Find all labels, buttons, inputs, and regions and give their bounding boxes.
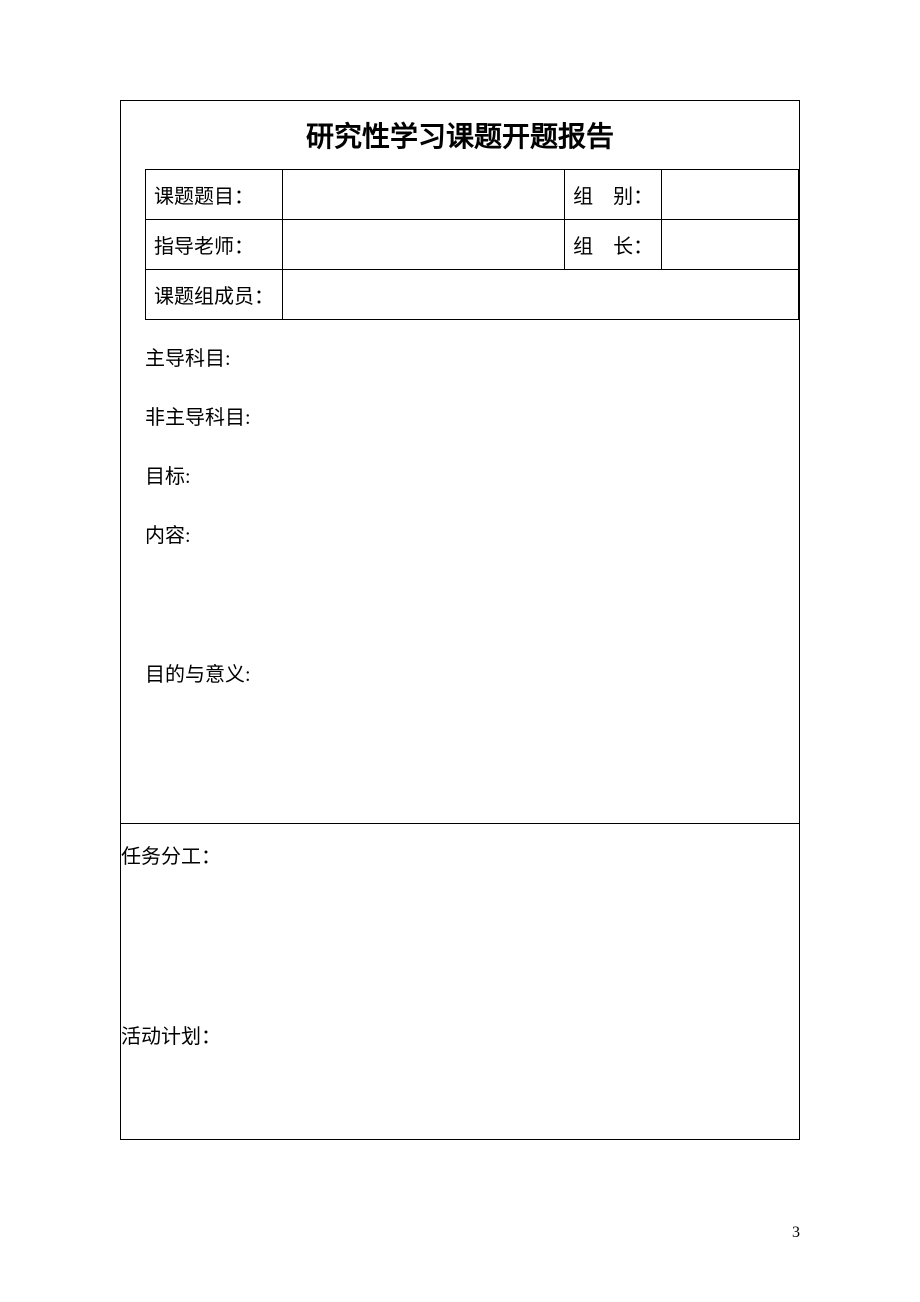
purpose-label: 目的与意义: — [145, 658, 775, 687]
goal-label: 目标: — [145, 460, 775, 489]
leader-label: 组 长： — [565, 220, 662, 270]
members-label: 课题组成员： — [146, 270, 283, 320]
members-value — [283, 270, 799, 320]
upper-fields: 主导科目: 非主导科目: 目标: 内容: 目的与意义: — [133, 320, 787, 687]
teacher-label: 指导老师： — [146, 220, 283, 270]
form-container: 研究性学习课题开题报告 课题题目： 组 别： 指导老师： 组 长： 课题组成员： — [120, 100, 800, 1140]
topic-value — [283, 170, 565, 220]
lower-section: 任务分工： 活动计划： — [121, 824, 799, 1184]
plan-label: 活动计划： — [119, 1004, 799, 1184]
task-label: 任务分工： — [119, 824, 799, 1004]
main-subject-label: 主导科目: — [145, 342, 775, 371]
content-label: 内容: — [145, 519, 775, 548]
task-label-text: 任务分工： — [119, 846, 221, 868]
plan-label-text: 活动计划： — [119, 1026, 221, 1048]
document-title: 研究性学习课题开题报告 — [121, 101, 799, 169]
upper-section: 课题题目： 组 别： 指导老师： 组 长： 课题组成员： 主导科目: — [121, 169, 799, 824]
non-main-subject-label: 非主导科目: — [145, 401, 775, 430]
page-number: 3 — [792, 1224, 800, 1242]
group-value — [662, 170, 799, 220]
leader-value — [662, 220, 799, 270]
teacher-value — [283, 220, 565, 270]
group-label: 组 别： — [565, 170, 662, 220]
topic-label: 课题题目： — [146, 170, 283, 220]
header-table: 课题题目： 组 别： 指导老师： 组 长： 课题组成员： — [145, 169, 799, 320]
